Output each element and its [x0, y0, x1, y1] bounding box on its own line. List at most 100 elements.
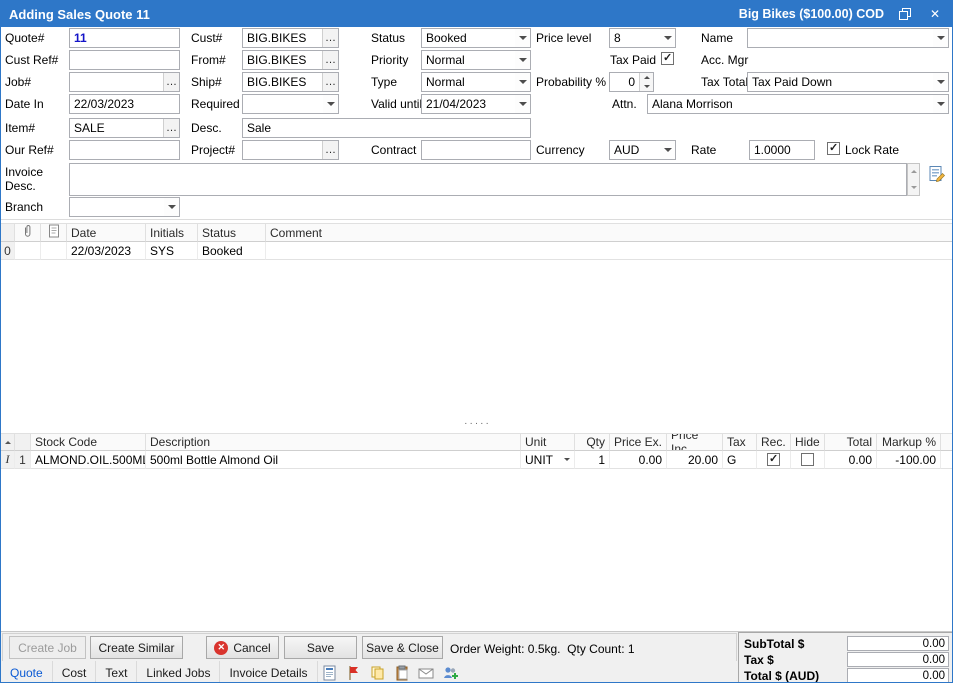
tab-cost[interactable]: Cost — [53, 661, 97, 683]
status-combo[interactable]: Booked — [421, 28, 531, 48]
job-lookup-button[interactable] — [163, 73, 179, 91]
cust-no-field[interactable]: BIG.BIKES — [242, 28, 339, 48]
ship-no-field[interactable]: BIG.BIKES — [242, 72, 339, 92]
invoice-desc-spinner[interactable] — [907, 163, 920, 196]
rate-field[interactable]: 1.0000 — [749, 140, 815, 160]
items-cell-tax[interactable]: G — [723, 451, 757, 469]
hide-checkbox[interactable] — [801, 453, 814, 466]
tax-paid-checkbox[interactable] — [661, 52, 674, 65]
tab-invoice-details[interactable]: Invoice Details — [220, 661, 317, 683]
items-col-hide[interactable]: Hide — [791, 433, 825, 451]
items-cell-markup[interactable]: -100.00 — [877, 451, 941, 469]
price-level-combo[interactable]: 8 — [609, 28, 676, 48]
subtotal-label: SubTotal $ — [744, 637, 804, 651]
lock-rate-label: Lock Rate — [845, 143, 899, 157]
item-lookup-button[interactable] — [163, 119, 179, 137]
lock-rate-checkbox[interactable] — [827, 142, 840, 155]
history-col-date[interactable]: Date — [67, 223, 146, 242]
create-job-button[interactable]: Create Job — [9, 636, 86, 659]
items-col-qty[interactable]: Qty — [575, 433, 610, 451]
name-combo[interactable] — [747, 28, 949, 48]
items-col-price-ex[interactable]: Price Ex. — [610, 433, 667, 451]
tax-total-combo[interactable]: Tax Paid Down — [747, 72, 949, 92]
cust-lookup-button[interactable] — [322, 29, 338, 47]
history-cell-date[interactable]: 22/03/2023 — [67, 242, 146, 260]
history-cell-note[interactable] — [41, 242, 67, 260]
items-row-indicator-header — [1, 433, 15, 451]
cancel-button[interactable]: ✕ Cancel — [206, 636, 279, 659]
email-icon[interactable] — [414, 661, 438, 683]
items-col-description[interactable]: Description — [146, 433, 521, 451]
copy-icon[interactable] — [366, 661, 390, 683]
titlebar-customer-info: Big Bikes ($100.00) COD — [739, 7, 884, 21]
history-row-indicator[interactable]: 0 — [1, 242, 15, 260]
spinner-buttons[interactable] — [639, 73, 653, 91]
cust-ref-field[interactable] — [69, 50, 180, 70]
currency-combo[interactable]: AUD — [609, 140, 676, 160]
items-cell-qty[interactable]: 1 — [575, 451, 610, 469]
save-close-button[interactable]: Save & Close — [362, 636, 443, 659]
probability-spinner[interactable]: 0 — [609, 72, 654, 92]
items-col-tax[interactable]: Tax — [723, 433, 757, 451]
items-col-total[interactable]: Total — [825, 433, 877, 451]
history-cell-status[interactable]: Booked — [198, 242, 266, 260]
add-contact-icon[interactable] — [438, 661, 462, 683]
history-col-status[interactable]: Status — [198, 223, 266, 242]
splitter-handle[interactable]: ····· — [1, 414, 953, 433]
branch-combo[interactable] — [69, 197, 180, 217]
history-col-comment[interactable]: Comment — [266, 223, 953, 242]
item-no-field[interactable]: SALE — [69, 118, 180, 138]
items-row-number[interactable]: 1 — [15, 451, 31, 469]
note-column-header[interactable] — [41, 223, 67, 242]
save-button[interactable]: Save — [284, 636, 357, 659]
history-cell-attachment[interactable] — [15, 242, 41, 260]
report-icon[interactable] — [318, 661, 342, 683]
project-lookup-button[interactable] — [322, 141, 338, 159]
create-similar-button[interactable]: Create Similar — [90, 636, 183, 659]
required-combo[interactable] — [242, 94, 339, 114]
type-combo[interactable]: Normal — [421, 72, 531, 92]
items-cell-price-inc[interactable]: 20.00 — [667, 451, 723, 469]
items-cell-stock-code[interactable]: ALMOND.OIL.500ML — [31, 451, 146, 469]
contract-field[interactable] — [421, 140, 531, 160]
items-cell-total[interactable]: 0.00 — [825, 451, 877, 469]
attn-combo[interactable]: Alana Morrison — [647, 94, 949, 114]
from-lookup-button[interactable] — [322, 51, 338, 69]
history-cell-initials[interactable]: SYS — [146, 242, 198, 260]
tab-quote[interactable]: Quote — [1, 661, 53, 683]
tab-text[interactable]: Text — [96, 661, 137, 683]
rec-checkbox[interactable] — [767, 453, 780, 466]
project-no-field[interactable] — [242, 140, 339, 160]
items-col-stock-code[interactable]: Stock Code — [31, 433, 146, 451]
paste-icon[interactable] — [390, 661, 414, 683]
desc-field[interactable]: Sale — [242, 118, 531, 138]
items-col-rec[interactable]: Rec. — [757, 433, 791, 451]
history-col-initials[interactable]: Initials — [146, 223, 198, 242]
name-label: Name — [701, 31, 733, 45]
items-cell-description[interactable]: 500ml Bottle Almond Oil — [146, 451, 521, 469]
valid-until-combo[interactable]: 21/04/2023 — [421, 94, 531, 114]
items-col-markup[interactable]: Markup % — [877, 433, 941, 451]
tab-linked-jobs[interactable]: Linked Jobs — [137, 661, 220, 683]
items-cell-hide[interactable] — [791, 451, 825, 469]
items-col-price-inc[interactable]: Price Inc. — [667, 433, 723, 451]
history-cell-comment[interactable] — [266, 242, 953, 260]
items-col-unit[interactable]: Unit — [521, 433, 575, 451]
from-no-field[interactable]: BIG.BIKES — [242, 50, 339, 70]
items-cell-price-ex[interactable]: 0.00 — [610, 451, 667, 469]
edit-note-icon[interactable] — [928, 165, 946, 186]
priority-combo[interactable]: Normal — [421, 50, 531, 70]
items-row-edit-indicator[interactable]: I — [1, 451, 15, 469]
our-ref-field[interactable] — [69, 140, 180, 160]
job-no-field[interactable] — [69, 72, 180, 92]
flag-icon[interactable] — [342, 661, 366, 683]
date-in-field[interactable]: 22/03/2023 — [69, 94, 180, 114]
ship-lookup-button[interactable] — [322, 73, 338, 91]
invoice-desc-field[interactable] — [69, 163, 907, 196]
close-icon[interactable]: ✕ — [926, 5, 944, 23]
attachment-column-header[interactable] — [15, 223, 41, 242]
quote-no-field[interactable]: 11 — [69, 28, 180, 48]
items-cell-rec[interactable] — [757, 451, 791, 469]
items-cell-unit[interactable]: UNIT — [521, 451, 575, 469]
restore-icon[interactable] — [896, 5, 914, 23]
